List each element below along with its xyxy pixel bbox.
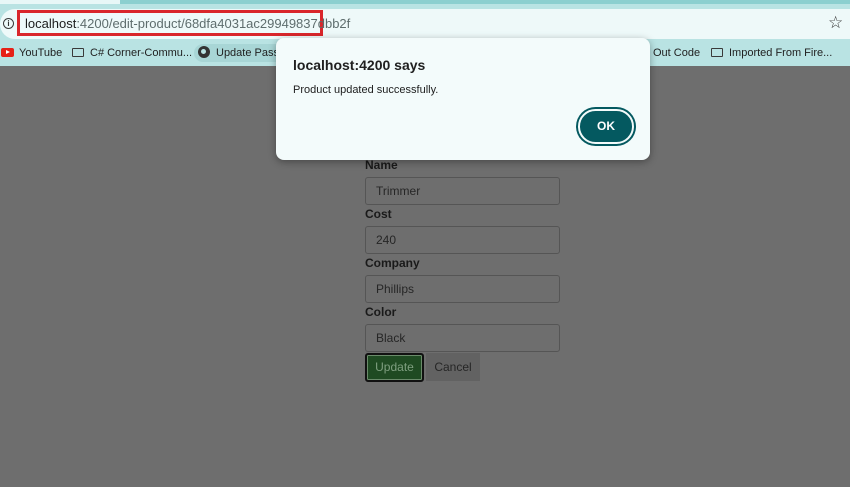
company-input[interactable]: Phillips <box>365 275 560 303</box>
youtube-icon <box>1 48 14 57</box>
toolbar: i localhost:4200/edit-product/68dfa4031a… <box>0 4 850 42</box>
name-input[interactable]: Trimmer <box>365 177 560 205</box>
bookmark-label: YouTube <box>19 47 63 59</box>
bookmark-star-icon[interactable]: ☆ <box>828 13 843 33</box>
name-label: Name <box>365 158 398 172</box>
cost-input[interactable]: 240 <box>365 226 560 254</box>
alert-dialog: localhost:4200 says Product updated succ… <box>276 38 650 160</box>
dialog-message: Product updated successfully. <box>293 84 439 96</box>
update-button[interactable]: Update <box>365 353 424 382</box>
dialog-title: localhost:4200 says <box>293 57 426 73</box>
address-bar[interactable]: i localhost:4200/edit-product/68dfa4031a… <box>0 9 850 39</box>
bookmark-csharp-corner[interactable]: C# Corner-Commu... <box>72 46 192 60</box>
globe-icon <box>198 46 210 58</box>
bookmark-label: Imported From Fire... <box>729 47 833 59</box>
bookmark-out-code[interactable]: Out Code <box>653 46 700 60</box>
url-path: :4200/edit-product/68dfa4031ac29949837db… <box>76 16 351 31</box>
bookmark-imported-from-firefox[interactable]: Imported From Fire... <box>711 46 832 60</box>
company-label: Company <box>365 256 420 270</box>
ok-button[interactable]: OK <box>578 109 634 144</box>
cancel-button[interactable]: Cancel <box>426 353 480 381</box>
folder-icon <box>72 48 84 57</box>
color-label: Color <box>365 305 397 319</box>
site-info-icon[interactable]: i <box>3 18 14 29</box>
color-input[interactable]: Black <box>365 324 560 352</box>
cost-label: Cost <box>365 207 392 221</box>
folder-icon <box>711 48 723 57</box>
url-text[interactable]: localhost:4200/edit-product/68dfa4031ac2… <box>25 16 350 31</box>
bookmark-label: Out Code <box>653 47 701 59</box>
bookmark-label: C# Corner-Commu... <box>90 47 193 59</box>
url-host: localhost <box>25 16 77 31</box>
bookmark-youtube[interactable]: YouTube <box>1 46 62 60</box>
